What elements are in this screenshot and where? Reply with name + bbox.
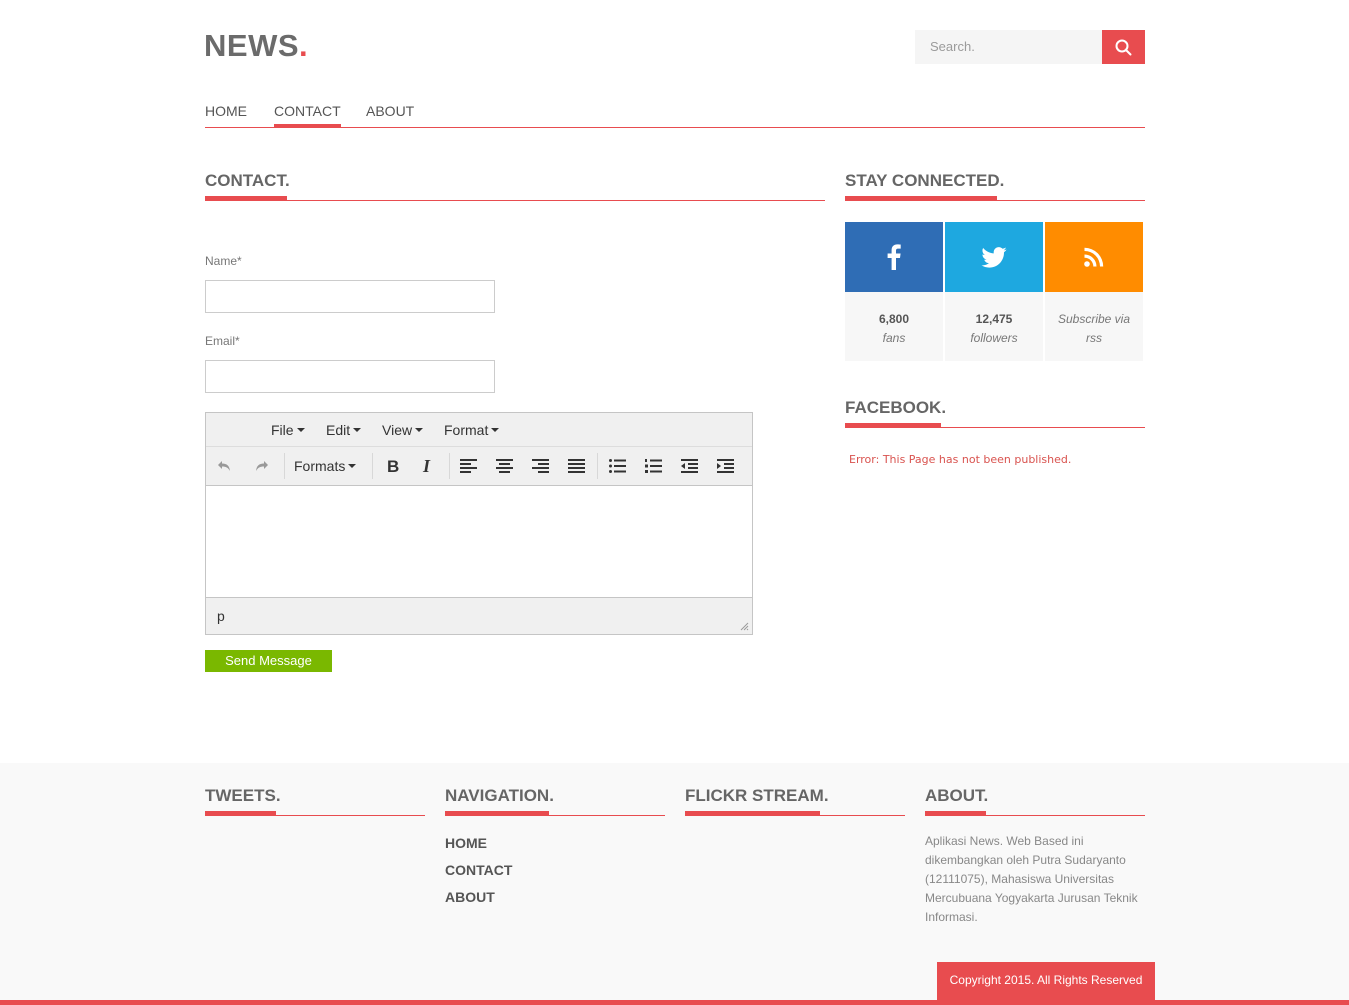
name-field[interactable] <box>205 280 495 313</box>
align-right-icon <box>531 459 549 473</box>
svg-text:I: I <box>422 458 431 474</box>
twitter-stat: 12,475 followers <box>945 292 1043 361</box>
redo-icon <box>256 461 268 471</box>
menu-view[interactable]: View <box>382 422 424 438</box>
outdent-button[interactable] <box>675 454 703 478</box>
editor-content-area[interactable] <box>206 485 752 598</box>
facebook-title: FACEBOOK. <box>845 398 947 417</box>
resize-handle-icon[interactable] <box>740 622 749 631</box>
align-center-icon <box>495 459 513 473</box>
bold-button[interactable]: B <box>378 454 406 478</box>
chevron-down-icon <box>415 428 424 433</box>
contact-title-line <box>205 200 825 201</box>
facebook-stat: 6,800 fans <box>845 292 943 361</box>
facebook-title-underline <box>845 423 941 427</box>
copyright-badge: Copyright 2015. All Rights Reserved <box>937 962 1155 1002</box>
nav-home[interactable]: HOME <box>205 103 247 127</box>
name-label: Name* <box>205 254 242 268</box>
send-message-button[interactable]: Send Message <box>205 650 332 672</box>
align-left-button[interactable] <box>454 454 482 478</box>
about-title-line <box>925 815 1145 816</box>
bold-icon: B <box>387 458 399 474</box>
redo-button[interactable] <box>247 454 275 478</box>
search-input[interactable] <box>915 30 1102 64</box>
about-title-underline <box>925 811 986 815</box>
about-description: Aplikasi News. Web Based ini dikembangka… <box>925 834 1138 924</box>
editor-statusbar: p <box>206 598 752 634</box>
numbered-list-icon <box>644 459 662 473</box>
undo-icon <box>218 461 230 471</box>
stay-connected-line <box>845 200 1145 201</box>
chevron-down-icon <box>353 428 362 433</box>
navigation-title-line <box>445 815 665 816</box>
email-label: Email* <box>205 334 240 348</box>
flickr-title-underline <box>685 811 820 815</box>
facebook-title-line <box>845 427 1145 428</box>
outdent-icon <box>680 459 698 473</box>
main-nav: HOME CONTACT ABOUT <box>205 96 1145 128</box>
facebook-icon <box>887 244 901 270</box>
navigation-title: NAVIGATION. <box>445 786 554 805</box>
footer-nav-contact[interactable]: CONTACT <box>445 862 512 878</box>
menu-edit[interactable]: Edit <box>326 422 362 438</box>
rss-icon <box>1084 247 1104 267</box>
stay-connected-title: STAY CONNECTED. <box>845 171 1005 190</box>
editor-toolbar: Formats B I <box>206 447 752 485</box>
tweets-title: TWEETS. <box>205 786 281 805</box>
nav-about[interactable]: ABOUT <box>366 103 414 127</box>
twitter-button[interactable] <box>945 222 1043 292</box>
chevron-down-icon <box>491 428 500 433</box>
navigation-title-underline <box>445 811 549 815</box>
element-path[interactable]: p <box>217 608 225 624</box>
numbered-list-button[interactable] <box>639 454 667 478</box>
facebook-button[interactable] <box>845 222 943 292</box>
site-logo[interactable]: NEWS. <box>204 28 308 64</box>
undo-button[interactable] <box>211 454 239 478</box>
italic-icon: I <box>422 458 431 474</box>
footer-bottom-border <box>0 1000 1349 1005</box>
about-title: ABOUT. <box>925 786 989 805</box>
message-editor: File Edit View Format Formats B I p <box>205 412 753 635</box>
nav-contact[interactable]: CONTACT <box>274 103 341 127</box>
tweets-title-line <box>205 815 425 816</box>
contact-title: CONTACT. <box>205 171 290 190</box>
stay-connected-underline <box>845 196 997 200</box>
email-field[interactable] <box>205 360 495 393</box>
bullet-list-icon <box>608 459 626 473</box>
chevron-down-icon <box>348 464 357 469</box>
menu-file[interactable]: File <box>271 422 305 438</box>
align-right-button[interactable] <box>526 454 554 478</box>
indent-button[interactable] <box>711 454 739 478</box>
align-justify-button[interactable] <box>562 454 590 478</box>
editor-menubar: File Edit View Format <box>206 413 752 447</box>
facebook-error-message: Error: This Page has not been published. <box>849 453 1072 466</box>
rss-button[interactable] <box>1045 222 1143 292</box>
footer-nav-home[interactable]: HOME <box>445 835 487 851</box>
flickr-title: FLICKR STREAM. <box>685 786 829 805</box>
search-icon <box>1115 39 1132 55</box>
contact-title-underline <box>205 196 287 200</box>
footer-nav-about[interactable]: ABOUT <box>445 889 495 905</box>
formats-dropdown[interactable]: Formats <box>294 458 357 474</box>
indent-icon <box>716 459 734 473</box>
align-center-button[interactable] <box>490 454 518 478</box>
bullet-list-button[interactable] <box>603 454 631 478</box>
italic-button[interactable]: I <box>414 454 442 478</box>
align-left-icon <box>459 459 477 473</box>
align-justify-icon <box>567 459 585 473</box>
twitter-icon <box>981 246 1007 268</box>
search-button[interactable] <box>1102 30 1145 64</box>
svg-text:B: B <box>387 458 399 474</box>
chevron-down-icon <box>296 428 305 433</box>
tweets-title-underline <box>205 811 276 815</box>
menu-format[interactable]: Format <box>444 422 500 438</box>
rss-stat: Subscribe via rss <box>1045 292 1143 361</box>
flickr-title-line <box>685 815 905 816</box>
